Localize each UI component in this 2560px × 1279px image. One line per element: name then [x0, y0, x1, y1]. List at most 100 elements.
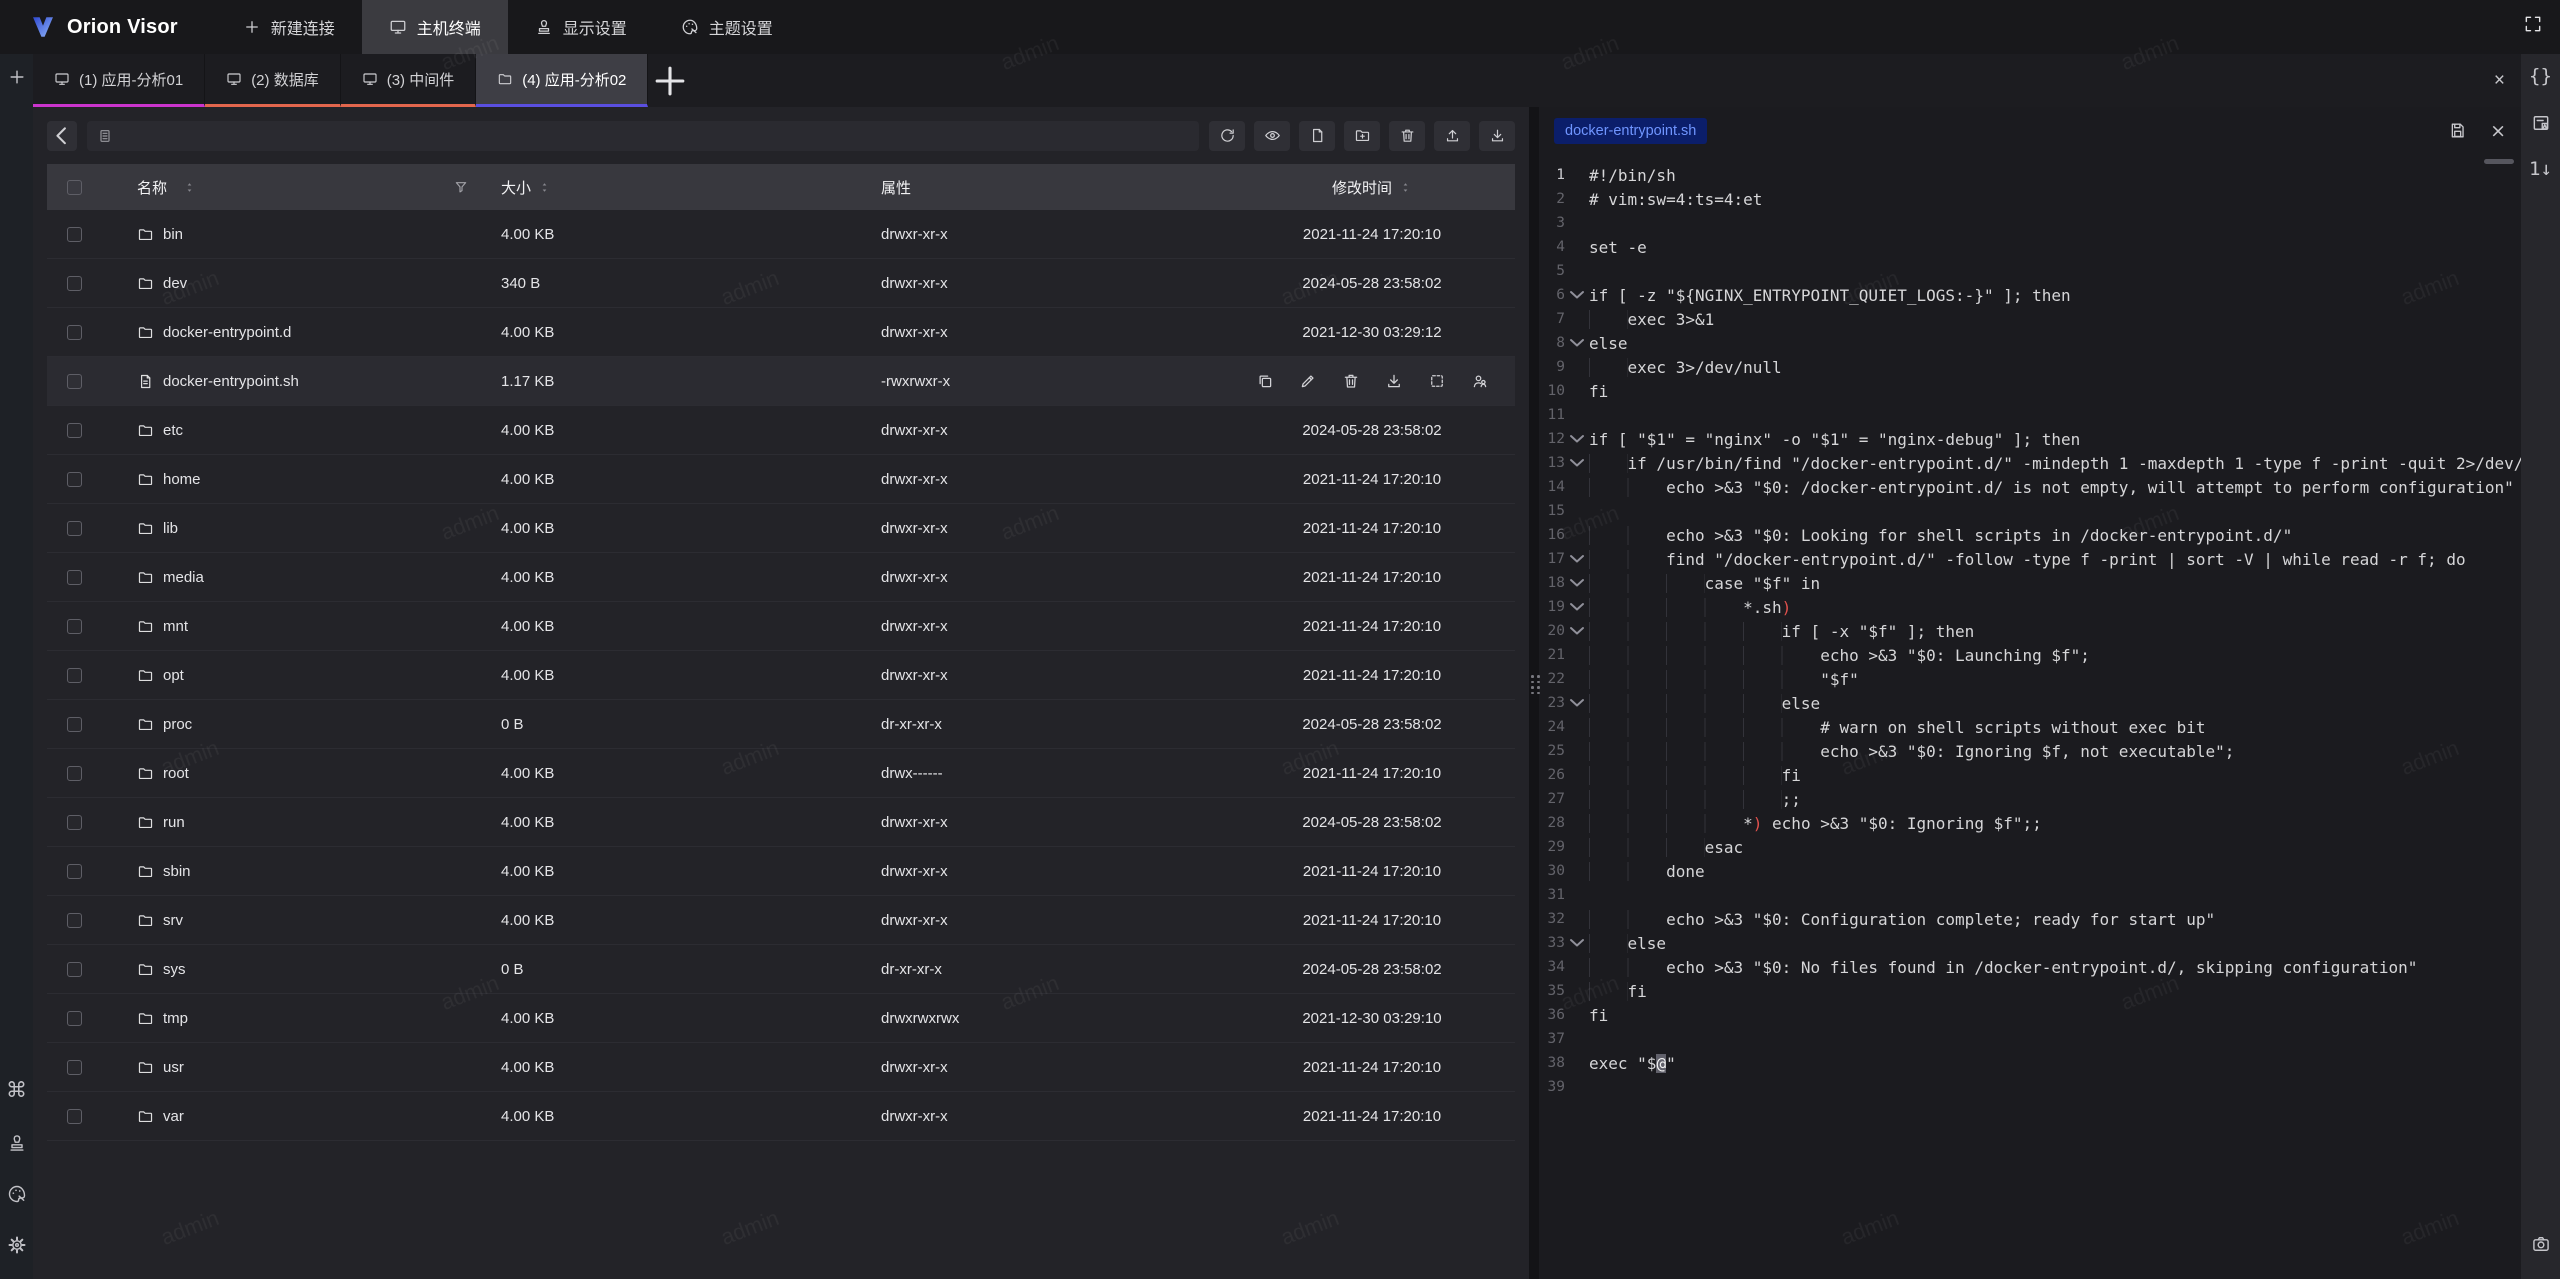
row-checkbox[interactable]: [67, 815, 82, 830]
braces-icon[interactable]: {}: [2529, 67, 2552, 86]
row-checkbox[interactable]: [67, 227, 82, 242]
menu-item[interactable]: 新建连接: [216, 0, 362, 54]
fold-chevron-icon[interactable]: [1565, 931, 1589, 955]
camera-icon[interactable]: [2531, 1234, 2551, 1254]
file-row[interactable]: dev340 Bdrwxr-xr-x2024-05-28 23:58:02: [47, 259, 1515, 308]
row-checkbox[interactable]: [67, 521, 82, 536]
sort-name-icon[interactable]: [183, 181, 196, 194]
path-input[interactable]: [87, 121, 1199, 151]
copy-icon[interactable]: [1256, 372, 1274, 390]
file-name[interactable]: etc: [163, 422, 183, 439]
fold-chevron-icon[interactable]: [1565, 691, 1589, 715]
row-checkbox[interactable]: [67, 668, 82, 683]
open-file-badge[interactable]: docker-entrypoint.sh: [1554, 118, 1707, 144]
fold-chevron-icon[interactable]: [1565, 595, 1589, 619]
fold-chevron-icon[interactable]: [1565, 451, 1589, 475]
close-panel-icon[interactable]: ×: [2494, 70, 2505, 92]
file-row[interactable]: root4.00 KBdrwx------2021-11-24 17:20:10: [47, 749, 1515, 798]
row-checkbox[interactable]: [67, 374, 82, 389]
terminal-tab[interactable]: (3) 中间件: [341, 54, 477, 107]
file-name[interactable]: srv: [163, 912, 183, 929]
download-button[interactable]: [1479, 121, 1515, 151]
upload-button[interactable]: [1434, 121, 1470, 151]
menu-item[interactable]: 显示设置: [508, 0, 654, 54]
editor-panel-icon[interactable]: [2531, 113, 2551, 133]
row-checkbox[interactable]: [67, 962, 82, 977]
delete-icon[interactable]: [1342, 372, 1360, 390]
file-row[interactable]: bin4.00 KBdrwxr-xr-x2021-11-24 17:20:10: [47, 210, 1515, 259]
fold-chevron-icon[interactable]: [1565, 331, 1589, 355]
panel-resizer[interactable]: [1529, 107, 1539, 1279]
file-name[interactable]: opt: [163, 667, 184, 684]
new-file-button[interactable]: [1299, 121, 1335, 151]
file-row[interactable]: srv4.00 KBdrwxr-xr-x2021-11-24 17:20:10: [47, 896, 1515, 945]
terminal-tab[interactable]: (4) 应用-分析02: [476, 54, 648, 107]
row-checkbox[interactable]: [67, 619, 82, 634]
file-row[interactable]: media4.00 KBdrwxr-xr-x2021-11-24 17:20:1…: [47, 553, 1515, 602]
fullscreen-icon[interactable]: [2523, 14, 2543, 34]
fold-chevron-icon[interactable]: [1565, 571, 1589, 595]
row-checkbox[interactable]: [67, 1011, 82, 1026]
back-button[interactable]: [47, 121, 77, 151]
fold-chevron-icon[interactable]: [1565, 283, 1589, 307]
edit-icon[interactable]: [1299, 372, 1317, 390]
file-row[interactable]: etc4.00 KBdrwxr-xr-x2024-05-28 23:58:02: [47, 406, 1515, 455]
new-connection-plus-icon[interactable]: [7, 67, 27, 87]
row-checkbox[interactable]: [67, 472, 82, 487]
file-name[interactable]: dev: [163, 275, 187, 292]
sort-time-icon[interactable]: [1399, 181, 1412, 194]
file-row[interactable]: lib4.00 KBdrwxr-xr-x2021-11-24 17:20:10: [47, 504, 1515, 553]
palette-icon[interactable]: [7, 1184, 27, 1204]
file-row[interactable]: proc0 Bdr-xr-xr-x2024-05-28 23:58:02: [47, 700, 1515, 749]
stamp-icon[interactable]: [7, 1133, 27, 1153]
file-name[interactable]: proc: [163, 716, 192, 733]
file-name[interactable]: tmp: [163, 1010, 188, 1027]
file-name[interactable]: docker-entrypoint.d: [163, 324, 291, 341]
sort-size-icon[interactable]: [538, 181, 551, 194]
save-icon[interactable]: [2448, 121, 2467, 140]
file-name[interactable]: lib: [163, 520, 178, 537]
row-checkbox[interactable]: [67, 276, 82, 291]
row-checkbox[interactable]: [67, 1109, 82, 1124]
row-checkbox[interactable]: [67, 570, 82, 585]
file-name[interactable]: docker-entrypoint.sh: [163, 373, 299, 390]
line-sort-icon[interactable]: 1↓: [2529, 160, 2552, 179]
select-all-checkbox[interactable]: [67, 180, 82, 195]
file-row[interactable]: opt4.00 KBdrwxr-xr-x2021-11-24 17:20:10: [47, 651, 1515, 700]
new-folder-button[interactable]: [1344, 121, 1380, 151]
menu-item[interactable]: 主机终端: [362, 0, 508, 54]
download-icon[interactable]: [1385, 372, 1403, 390]
refresh-button[interactable]: [1209, 121, 1245, 151]
file-row[interactable]: home4.00 KBdrwxr-xr-x2021-11-24 17:20:10: [47, 455, 1515, 504]
file-name[interactable]: media: [163, 569, 204, 586]
row-checkbox[interactable]: [67, 423, 82, 438]
terminal-tab[interactable]: (2) 数据库: [205, 54, 341, 107]
new-tab-button[interactable]: [648, 54, 692, 107]
file-name[interactable]: mnt: [163, 618, 188, 635]
file-row[interactable]: sys0 Bdr-xr-xr-x2024-05-28 23:58:02: [47, 945, 1515, 994]
permission-icon[interactable]: [1471, 372, 1489, 390]
row-checkbox[interactable]: [67, 1060, 82, 1075]
fold-chevron-icon[interactable]: [1565, 619, 1589, 643]
fold-chevron-icon[interactable]: [1565, 427, 1589, 451]
code-editor[interactable]: 1#!/bin/sh2# vim:sw=4:ts=4:et34set -e56i…: [1539, 154, 2521, 1279]
file-name[interactable]: usr: [163, 1059, 184, 1076]
file-row[interactable]: tmp4.00 KBdrwxrwxrwx2021-12-30 03:29:10: [47, 994, 1515, 1043]
file-name[interactable]: var: [163, 1108, 184, 1125]
editor-scrollbar-thumb[interactable]: [2484, 159, 2514, 164]
file-name[interactable]: run: [163, 814, 185, 831]
command-icon[interactable]: ⌘: [6, 1078, 27, 1102]
delete-button[interactable]: [1389, 121, 1425, 151]
fold-chevron-icon[interactable]: [1565, 547, 1589, 571]
menu-item[interactable]: 主题设置: [654, 0, 800, 54]
file-row[interactable]: docker-entrypoint.d4.00 KBdrwxr-xr-x2021…: [47, 308, 1515, 357]
file-name[interactable]: root: [163, 765, 189, 782]
file-row[interactable]: var4.00 KBdrwxr-xr-x2021-11-24 17:20:10: [47, 1092, 1515, 1141]
file-name[interactable]: home: [163, 471, 201, 488]
file-name[interactable]: sbin: [163, 863, 191, 880]
row-checkbox[interactable]: [67, 717, 82, 732]
row-checkbox[interactable]: [67, 913, 82, 928]
row-checkbox[interactable]: [67, 766, 82, 781]
file-row[interactable]: docker-entrypoint.sh1.17 KB-rwxrwxr-x: [47, 357, 1515, 406]
file-row[interactable]: run4.00 KBdrwxr-xr-x2024-05-28 23:58:02: [47, 798, 1515, 847]
